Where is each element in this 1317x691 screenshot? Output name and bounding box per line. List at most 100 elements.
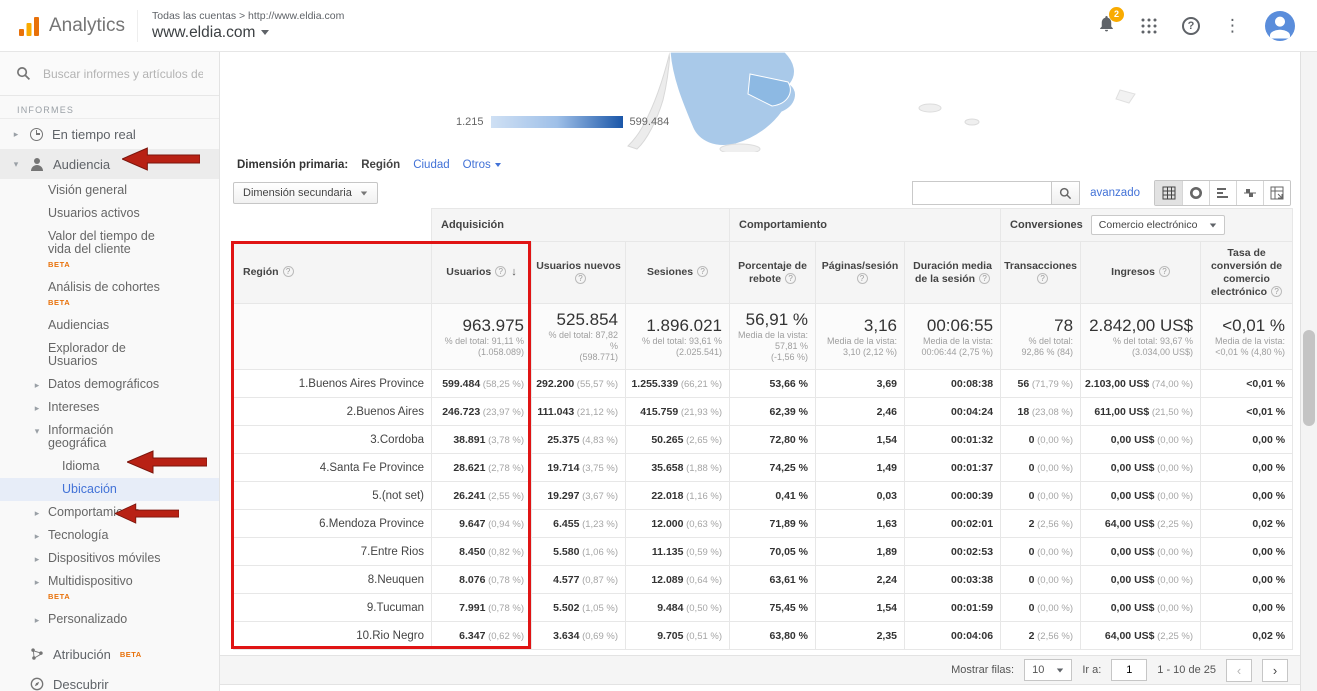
sidebar-item-comportamiento[interactable]: ▸Comportamiento (0, 501, 219, 524)
cell-transactions: 2 (2,56 %) (1001, 510, 1081, 538)
sidebar-item-atribucion[interactable]: AtribuciónBETA (0, 639, 219, 669)
cell-rate: 0,00 % (1201, 482, 1293, 510)
cell-revenue: 0,00 US$ (0,00 %) (1081, 426, 1201, 454)
cell-transactions: 0 (0,00 %) (1001, 566, 1081, 594)
col-ingresos[interactable]: Ingresos? (1081, 242, 1201, 304)
cell-revenue: 0,00 US$ (0,00 %) (1081, 594, 1201, 622)
secondary-dimension-button[interactable]: Dimensión secundaria (233, 182, 378, 204)
dimension-otros[interactable]: Otros (463, 159, 501, 171)
sidebar-item-demograficos[interactable]: ▸Datos demográficos (0, 373, 219, 396)
cell-sessions: 22.018 (1,16 %) (626, 482, 730, 510)
sidebar-item-multidispositivo[interactable]: ▸MultidispositivoBETA (0, 570, 219, 608)
next-page-button[interactable]: › (1262, 659, 1288, 682)
sidebar-item-descubrir[interactable]: Descubrir (0, 669, 219, 691)
sidebar-item-label: Audiencia (53, 157, 110, 172)
row-rank: 2. (330, 406, 356, 418)
sidebar-item-intereses[interactable]: ▸Intereses (0, 396, 219, 419)
col-paginas-sesion[interactable]: Páginas/sesión? (816, 242, 905, 304)
sidebar-item-valor-tiempo[interactable]: Valor del tiempo de vida del clienteBETA (0, 225, 219, 276)
summary-new-users: 525.854% del total: 87,82 %(598.771) (532, 304, 626, 370)
col-usuarios-nuevos[interactable]: Usuarios nuevos? (532, 242, 626, 304)
col-sesiones[interactable]: Sesiones? (626, 242, 730, 304)
reports-section-label: INFORMES (0, 96, 219, 119)
region-cell: 6.Mendoza Province (234, 510, 432, 538)
col-region[interactable]: Región? (234, 242, 432, 304)
vertical-scrollbar[interactable] (1300, 52, 1317, 691)
region-cell: 2.Buenos Aires (234, 398, 432, 426)
sidebar-item-personalizado[interactable]: ▸Personalizado (0, 608, 219, 631)
region-name[interactable]: Cordoba (380, 434, 424, 446)
view-percentage-icon[interactable] (1182, 181, 1209, 205)
view-performance-icon[interactable] (1209, 181, 1236, 205)
sidebar-item-explorador[interactable]: Explorador de Usuarios (0, 337, 219, 373)
region-name[interactable]: Mendoza Province (329, 518, 424, 530)
region-cell: 5.(not set) (234, 482, 432, 510)
cell-sessions: 50.265 (2,65 %) (626, 426, 730, 454)
cell-duration: 00:08:38 (905, 370, 1001, 398)
cell-new_users: 292.200 (55,57 %) (532, 370, 626, 398)
chevron-down-icon (361, 191, 367, 195)
goto-page-input[interactable] (1111, 659, 1147, 681)
advanced-link[interactable]: avanzado (1090, 187, 1140, 199)
help-icon[interactable]: ? (1182, 17, 1200, 35)
col-rebote[interactable]: Porcentaje de rebote? (730, 242, 816, 304)
summary-users: 963.975% del total: 91,11 %(1.058.089) (432, 304, 532, 370)
group-comportamiento: Comportamiento (730, 209, 1001, 242)
region-name[interactable]: Entre Rios (370, 546, 424, 558)
property-selector[interactable]: www.eldia.com (152, 24, 344, 42)
sidebar-item-audiencia[interactable]: ▾ Audiencia (0, 149, 219, 179)
col-usuarios[interactable]: Usuarios?↓ (432, 242, 532, 304)
col-transacciones[interactable]: Transacciones? (1001, 242, 1081, 304)
map-argentina[interactable] (600, 52, 1200, 152)
top-header: Analytics Todas las cuentas > http://www… (0, 0, 1317, 52)
sidebar-item-usuarios-activos[interactable]: Usuarios activos (0, 202, 219, 225)
sidebar-search[interactable] (0, 52, 219, 96)
analytics-logo-wrap[interactable]: Analytics (0, 15, 137, 37)
notifications-button[interactable]: 2 (1097, 14, 1116, 38)
cell-users: 246.723 (23,97 %) (432, 398, 532, 426)
cell-users: 28.621 (2,78 %) (432, 454, 532, 482)
breadcrumb[interactable]: Todas las cuentas > http://www.eldia.com (152, 10, 344, 22)
view-table-icon[interactable] (1155, 181, 1182, 205)
sidebar-item-vision-general[interactable]: Visión general (0, 179, 219, 202)
region-name[interactable]: Tucuman (376, 602, 424, 614)
apps-grid-icon[interactable] (1140, 17, 1158, 35)
view-comparison-icon[interactable] (1236, 181, 1263, 205)
dimension-region[interactable]: Región (361, 159, 400, 171)
sidebar-item-cohortes[interactable]: Análisis de cohortesBETA (0, 276, 219, 314)
main-content: 1.215 599.484 Dimensión primaria: Región… (219, 52, 1300, 691)
search-icon (16, 66, 31, 81)
dimension-ciudad[interactable]: Ciudad (413, 159, 449, 171)
ecommerce-selector[interactable]: Comercio electrónico (1091, 215, 1226, 235)
sidebar-item-idioma[interactable]: Idioma (0, 455, 219, 478)
region-name[interactable]: (not set) (382, 490, 424, 502)
kebab-menu-icon[interactable]: ⋮ (1224, 17, 1241, 35)
region-name[interactable]: Santa Fe Province (329, 462, 424, 474)
sidebar-item-tecnologia[interactable]: ▸Tecnología (0, 524, 219, 547)
prev-page-button[interactable]: ‹ (1226, 659, 1252, 682)
cell-users: 38.891 (3,78 %) (432, 426, 532, 454)
sidebar-item-dispositivos[interactable]: ▸Dispositivos móviles (0, 547, 219, 570)
cell-sessions: 12.000 (0,63 %) (626, 510, 730, 538)
scrollbar-thumb[interactable] (1303, 330, 1315, 426)
region-name[interactable]: Buenos Aires Province (308, 378, 424, 390)
table-search-button[interactable] (1052, 181, 1080, 205)
region-name[interactable]: Rio Negro (372, 630, 424, 642)
cell-duration: 00:01:37 (905, 454, 1001, 482)
col-duracion[interactable]: Duración media de la sesión? (905, 242, 1001, 304)
region-name[interactable]: Neuquen (377, 574, 424, 586)
sidebar-item-ubicacion[interactable]: Ubicación (0, 478, 219, 501)
view-pivot-icon[interactable] (1263, 181, 1290, 205)
sidebar-item-audiencias[interactable]: Audiencias (0, 314, 219, 337)
summary-row: 963.975% del total: 91,11 %(1.058.089) 5… (234, 304, 1293, 370)
avatar[interactable] (1265, 11, 1295, 41)
sidebar-item-info-geografica[interactable]: ▾Información geográfica (0, 419, 219, 455)
sidebar-search-input[interactable] (43, 67, 203, 81)
table-search-input[interactable] (912, 181, 1052, 205)
rows-per-page-select[interactable]: 10 (1024, 659, 1072, 681)
chevron-down-icon (495, 163, 501, 167)
col-tasa-conversion[interactable]: Tasa de conversión de comercio electróni… (1201, 242, 1293, 304)
cell-bounce: 53,66 % (730, 370, 816, 398)
sidebar-item-realtime[interactable]: ▸ En tiempo real (0, 119, 219, 149)
region-name[interactable]: Buenos Aires (356, 406, 424, 418)
